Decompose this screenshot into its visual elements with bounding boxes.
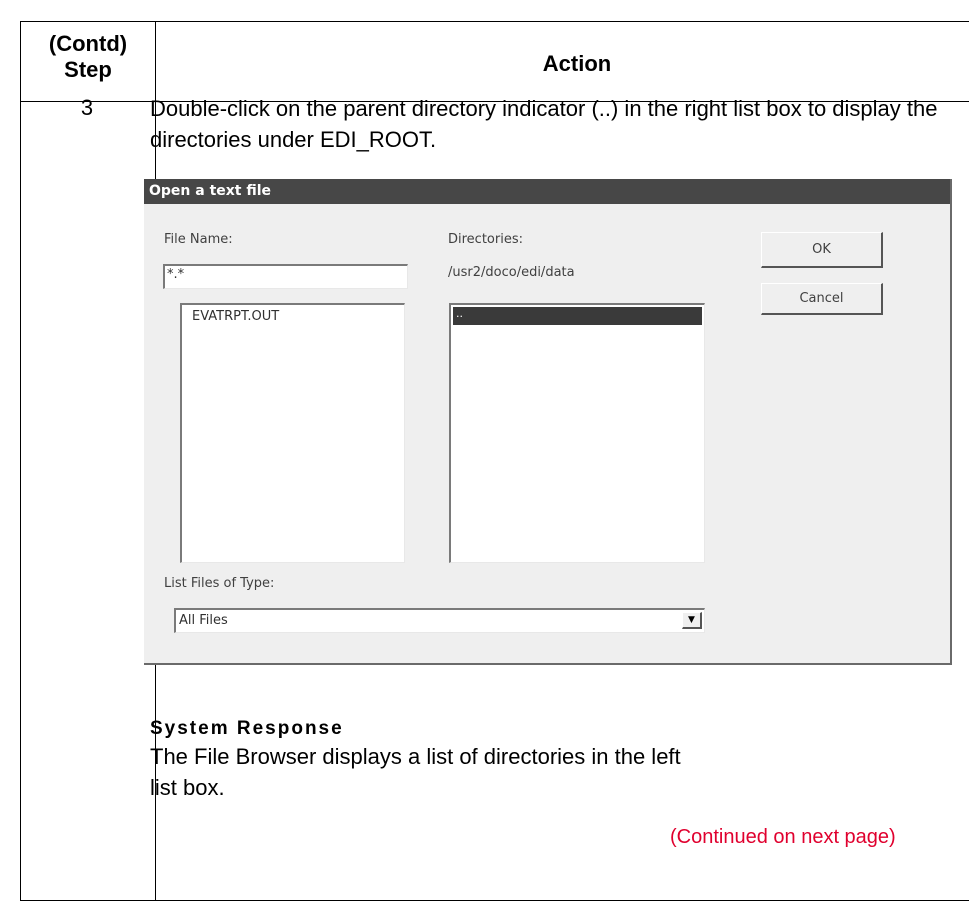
file-list-item[interactable]: EVATRPT.OUT [192,309,279,324]
continued-note: (Continued on next page) [670,826,896,848]
directories-label: Directories: [448,232,523,247]
directory-path: /usr2/doco/edi/data [448,265,575,280]
ok-button[interactable]: OK [761,232,883,268]
cancel-button[interactable]: Cancel [761,283,883,315]
chevron-down-icon[interactable]: ▼ [682,612,702,629]
dialog-title: Open a text file [144,179,950,204]
step-column-header: (Contd) Step [48,31,128,82]
file-type-label: List Files of Type: [164,576,275,591]
directory-list[interactable]: .. [449,303,705,563]
system-response-text: The File Browser displays a list of dire… [150,744,681,800]
action-column-header: Action [542,51,612,76]
system-response-heading: System Response [150,718,344,739]
file-name-label: File Name: [164,232,233,247]
directory-list-item-selected[interactable]: .. [453,307,702,325]
file-type-value: All Files [179,613,228,628]
action-instruction: Double-click on the parent directory ind… [150,96,938,152]
file-name-input[interactable]: *.* [163,264,408,289]
open-file-dialog: Open a text file File Name: *.* EVATRPT.… [144,179,952,665]
file-list[interactable]: EVATRPT.OUT [180,303,405,563]
file-type-select[interactable]: All Files ▼ [174,608,705,633]
step-number: 3 [80,95,94,120]
